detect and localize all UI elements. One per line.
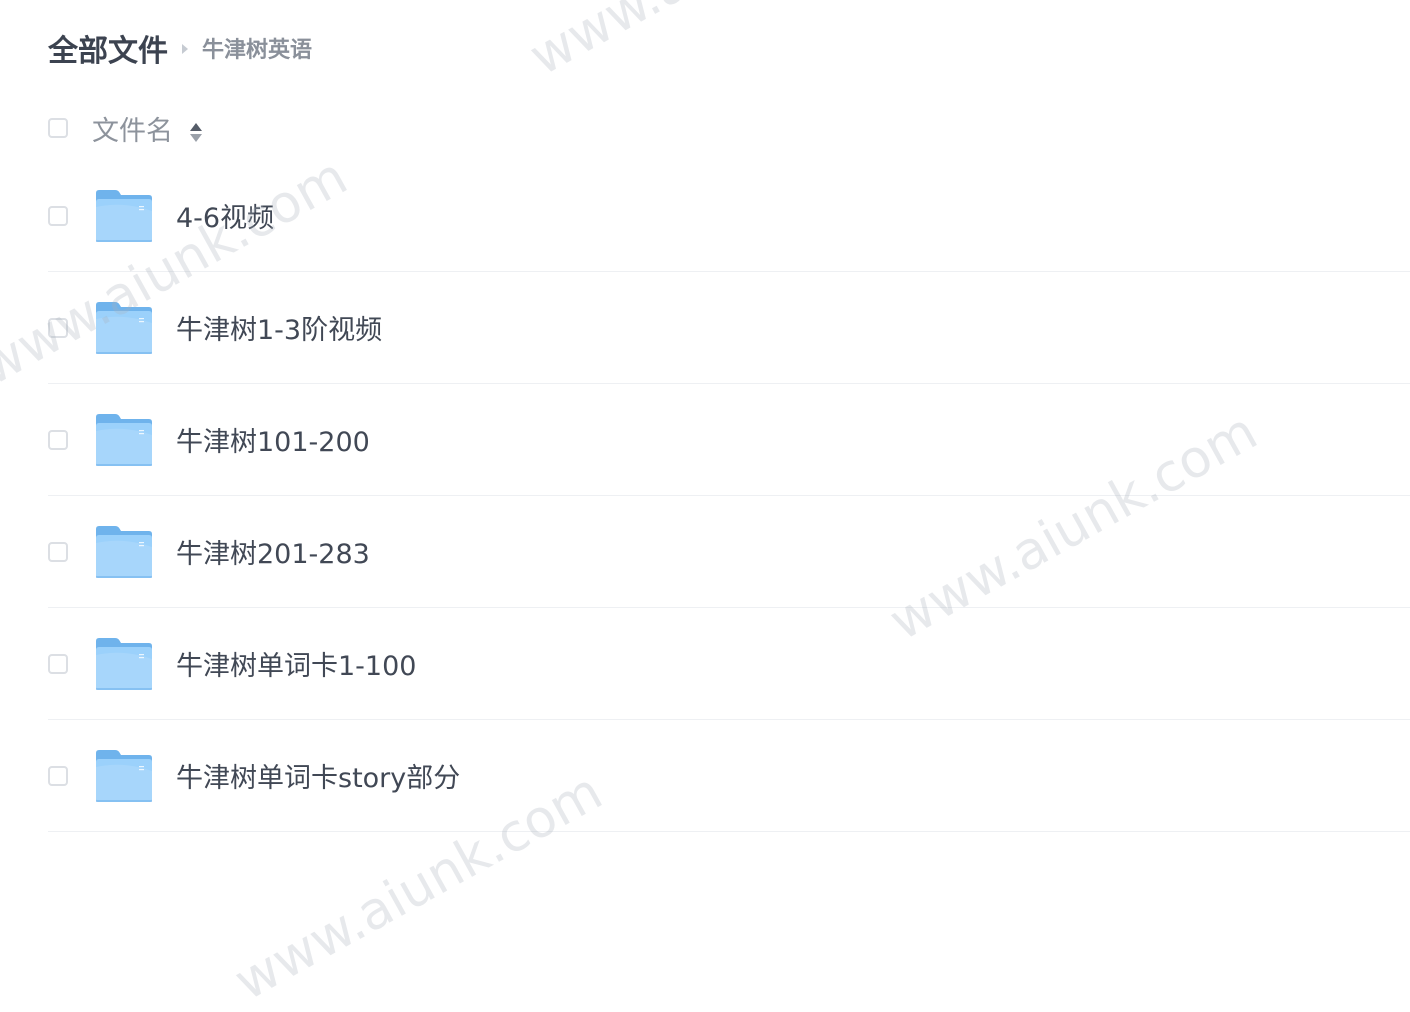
row-checkbox[interactable] xyxy=(48,317,68,338)
watermark-text: www.aiunk.com xyxy=(520,0,907,87)
folder-icon xyxy=(94,637,154,691)
file-name[interactable]: 牛津树101-200 xyxy=(176,420,370,459)
file-row[interactable]: 牛津树201-283 xyxy=(48,496,1410,608)
folder-icon xyxy=(94,301,154,355)
row-checkbox[interactable] xyxy=(48,429,68,450)
row-checkbox[interactable] xyxy=(48,541,68,562)
file-name[interactable]: 牛津树单词卡story部分 xyxy=(176,756,460,795)
breadcrumb-current-folder: 牛津树英语 xyxy=(202,38,313,63)
breadcrumb-separator-icon xyxy=(182,44,188,54)
folder-icon xyxy=(94,525,154,579)
select-all-checkbox[interactable] xyxy=(48,118,68,138)
file-name[interactable]: 牛津树单词卡1-100 xyxy=(176,644,416,683)
sort-icon[interactable] xyxy=(189,122,202,142)
file-name[interactable]: 牛津树1-3阶视频 xyxy=(176,308,382,347)
folder-icon xyxy=(94,189,154,243)
row-checkbox[interactable] xyxy=(48,205,68,226)
file-name[interactable]: 4-6视频 xyxy=(176,196,274,235)
file-row[interactable]: 牛津树单词卡1-100 xyxy=(48,608,1410,720)
column-header-filename[interactable]: 文件名 xyxy=(92,109,202,148)
file-list: 4-6视频 牛津树1-3阶视频 牛津树101-200 牛津树201-283 牛津… xyxy=(48,160,1410,832)
breadcrumb-all-files-link[interactable]: 全部文件 xyxy=(48,26,168,70)
file-row[interactable]: 牛津树1-3阶视频 xyxy=(48,272,1410,384)
row-checkbox[interactable] xyxy=(48,765,68,786)
file-row[interactable]: 4-6视频 xyxy=(48,160,1410,272)
column-header-filename-label: 文件名 xyxy=(92,115,173,147)
folder-icon xyxy=(94,749,154,803)
row-checkbox[interactable] xyxy=(48,653,68,674)
list-header: 文件名 xyxy=(48,106,202,150)
breadcrumb: 全部文件 牛津树英语 xyxy=(48,26,313,70)
file-row[interactable]: 牛津树101-200 xyxy=(48,384,1410,496)
file-name[interactable]: 牛津树201-283 xyxy=(176,532,370,571)
folder-icon xyxy=(94,413,154,467)
file-row[interactable]: 牛津树单词卡story部分 xyxy=(48,720,1410,832)
